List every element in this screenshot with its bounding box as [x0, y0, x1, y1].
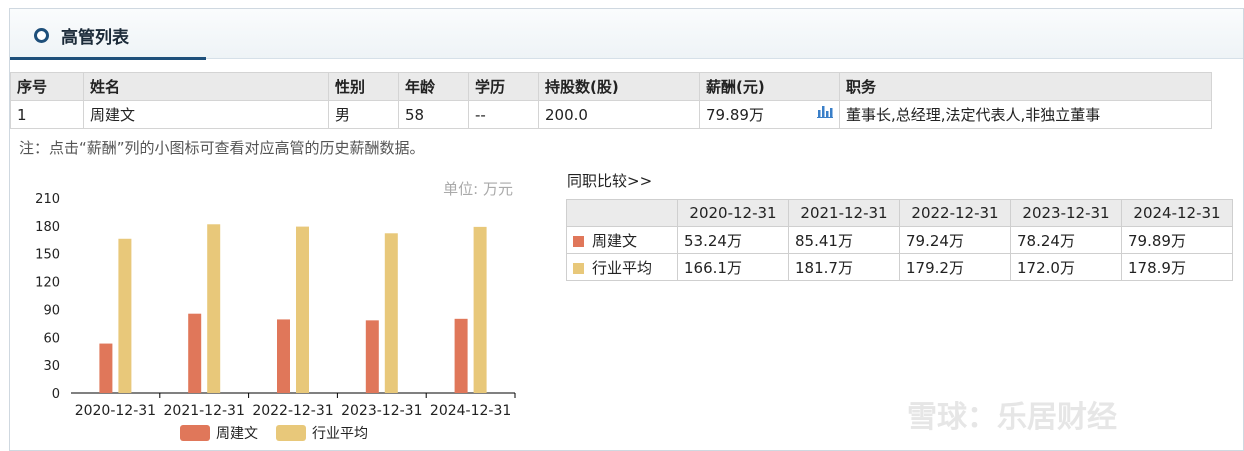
y-tick-label: 0 [52, 387, 60, 402]
cell-education: -- [468, 100, 539, 129]
compare-header-year: 2020-12-31 [677, 199, 789, 227]
cell-shares: 200.0 [538, 100, 700, 129]
circle-bullet-icon [34, 28, 49, 43]
y-tick-label: 120 [35, 276, 60, 291]
compare-header-year: 2022-12-31 [899, 199, 1011, 227]
bar-industry [118, 238, 132, 393]
compare-cell: 179.2万 [899, 253, 1011, 281]
compare-cell: 172.0万 [1010, 253, 1122, 281]
header-accent-bar [10, 57, 206, 60]
x-tick-label: 2022-12-31 [252, 403, 333, 419]
compare-row-label: 行业平均 [566, 253, 678, 281]
compare-header-year: 2021-12-31 [788, 199, 900, 227]
legend-swatch [573, 262, 584, 274]
legend-swatch [276, 425, 306, 441]
salary-note: 注：点击“薪酬”列的小图标可查看对应高管的历史薪酬数据。 [19, 139, 425, 157]
salary-value: 79.89万 [706, 106, 764, 124]
y-tick-label: 90 [43, 303, 60, 318]
unit-label: 单位: 万元 [443, 180, 513, 198]
cell-position: 董事长,总经理,法定代表人,非独立董事 [839, 100, 1212, 129]
col-header-age: 年龄 [398, 72, 469, 101]
bar-person [99, 343, 113, 393]
bar-industry [296, 226, 309, 393]
col-header-position: 职务 [839, 72, 1212, 101]
executive-panel: 高管列表 序号 姓名 性别 年龄 学历 持股数(股) 薪酬(元) 职务 1 周建… [9, 8, 1244, 451]
cell-gender: 男 [328, 100, 399, 129]
x-tick-label: 2024-12-31 [430, 403, 511, 419]
legend-swatch [180, 425, 210, 441]
cell-name: 周建文 [83, 100, 329, 129]
x-tick-label: 2023-12-31 [341, 403, 422, 419]
compare-cell: 79.89万 [1121, 226, 1233, 254]
bar-person [277, 319, 290, 393]
legend-swatch [573, 235, 584, 247]
bar-chart-icon[interactable] [817, 104, 833, 122]
cell-salary: 79.89万 [699, 100, 840, 129]
row-name: 周建文 [592, 231, 638, 250]
compare-row-label: 周建文 [566, 226, 678, 254]
compare-link[interactable]: 同职比较>> [567, 170, 652, 191]
compare-header-year: 2024-12-31 [1121, 199, 1233, 227]
compare-header-row: 2020-12-31 2021-12-31 2022-12-31 2023-12… [566, 199, 1233, 227]
page-title: 高管列表 [61, 28, 129, 48]
col-header-name: 姓名 [83, 72, 329, 101]
compare-header-year: 2023-12-31 [1010, 199, 1122, 227]
compare-table: 2020-12-31 2021-12-31 2022-12-31 2023-12… [566, 199, 1233, 281]
cell-index: 1 [10, 100, 84, 129]
compare-row-industry: 行业平均 166.1万 181.7万 179.2万 172.0万 178.9万 [566, 253, 1233, 281]
bar-industry [207, 224, 221, 393]
y-tick-label: 180 [35, 220, 60, 235]
table-header-row: 序号 姓名 性别 年龄 学历 持股数(股) 薪酬(元) 职务 [10, 72, 1212, 101]
col-header-salary: 薪酬(元) [699, 72, 840, 101]
bar-industry [384, 233, 398, 393]
panel-header: 高管列表 [10, 9, 1243, 59]
legend-label: 周建文 [216, 426, 258, 442]
col-header-education: 学历 [468, 72, 539, 101]
x-tick-label: 2021-12-31 [164, 403, 245, 419]
watermark-logo: 雪球：乐居财经 [907, 400, 1117, 435]
y-tick-label: 60 [43, 331, 60, 346]
table-row: 1 周建文 男 58 -- 200.0 79.89万 董事长,总经理,法定代表人… [10, 100, 1212, 129]
bar-person [188, 313, 202, 393]
x-tick-label: 2020-12-31 [75, 403, 156, 419]
executive-table: 序号 姓名 性别 年龄 学历 持股数(股) 薪酬(元) 职务 1 周建文 男 5… [10, 72, 1212, 129]
compare-cell: 178.9万 [1121, 253, 1233, 281]
compare-cell: 166.1万 [677, 253, 789, 281]
col-header-index: 序号 [10, 72, 84, 101]
col-header-shares: 持股数(股) [538, 72, 700, 101]
y-tick-label: 210 [35, 192, 60, 207]
cell-age: 58 [398, 100, 469, 129]
compare-cell: 53.24万 [677, 226, 789, 254]
col-header-gender: 性别 [328, 72, 399, 101]
compare-cell: 181.7万 [788, 253, 900, 281]
legend-label: 行业平均 [312, 426, 368, 442]
bar-person [365, 320, 379, 393]
y-tick-label: 30 [43, 359, 60, 374]
row-name: 行业平均 [592, 258, 653, 277]
salary-bar-chart: 单位: 万元 0 30 60 90 120 150 180 210 2020-12-31 2021-… [35, 180, 516, 442]
compare-cell: 85.41万 [788, 226, 900, 254]
bar-industry [473, 226, 487, 393]
bar-person [454, 318, 468, 393]
compare-row-person: 周建文 53.24万 85.41万 79.24万 78.24万 79.89万 [566, 226, 1233, 254]
compare-cell: 78.24万 [1010, 226, 1122, 254]
y-tick-label: 150 [35, 248, 60, 263]
compare-cell: 79.24万 [899, 226, 1011, 254]
compare-header-blank [566, 199, 678, 227]
